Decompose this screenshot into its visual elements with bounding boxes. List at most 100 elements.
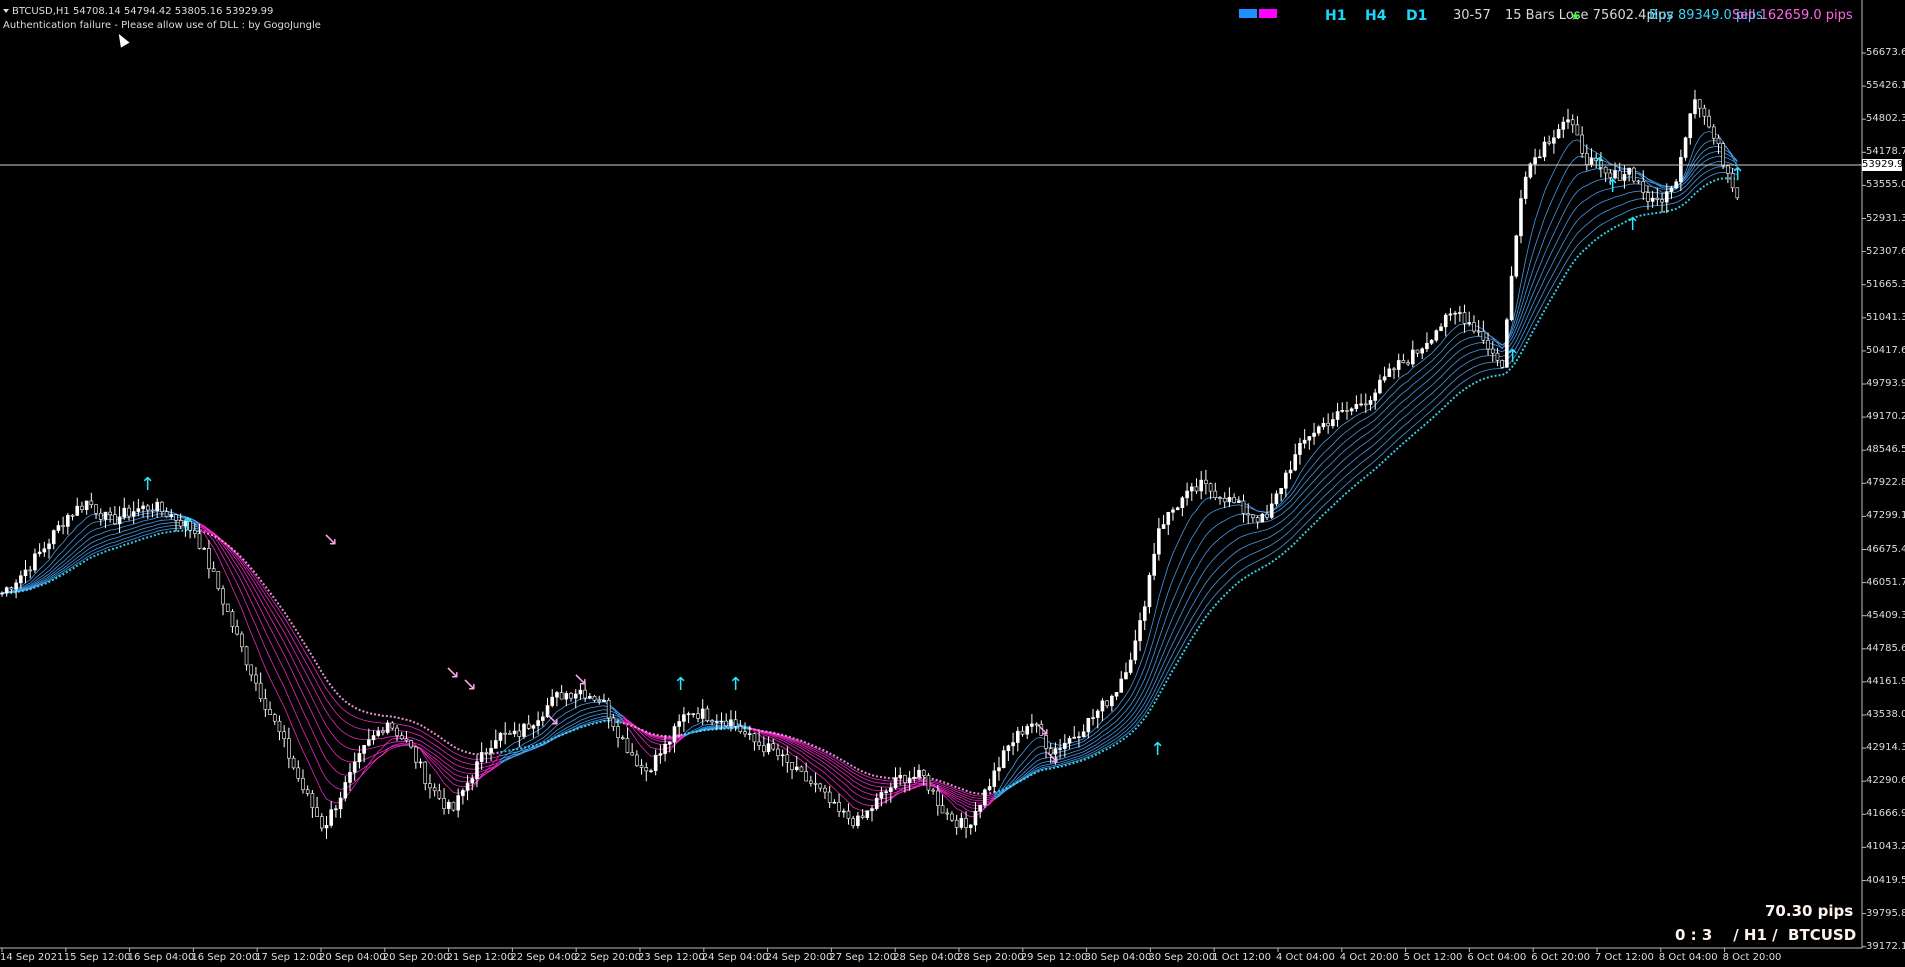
candle-body bbox=[1702, 107, 1707, 117]
candle-body bbox=[1679, 157, 1683, 183]
candle-body bbox=[1453, 312, 1457, 315]
time-axis-label: 28 Sep 20:00 bbox=[957, 952, 1024, 963]
candle-body bbox=[790, 762, 794, 771]
candle-body bbox=[432, 787, 437, 792]
candle-body bbox=[1284, 472, 1288, 489]
candle-body bbox=[1547, 141, 1551, 144]
candle-body bbox=[1693, 99, 1697, 115]
candle-body bbox=[818, 783, 823, 789]
candle-body bbox=[1199, 479, 1203, 492]
time-axis-label: 8 Oct 04:00 bbox=[1658, 952, 1718, 963]
candle-body bbox=[846, 810, 851, 819]
candle-body bbox=[1302, 439, 1307, 444]
candle-body bbox=[1072, 736, 1077, 739]
candle-body bbox=[489, 748, 493, 754]
time-axis-label: 22 Sep 04:00 bbox=[510, 952, 578, 963]
candle-body bbox=[1279, 487, 1283, 495]
price-axis-label: 49793.90 bbox=[1866, 378, 1905, 389]
candle-body bbox=[1636, 180, 1641, 183]
candle-body bbox=[479, 752, 484, 762]
time-axis-label: 29 Sep 12:00 bbox=[1020, 952, 1088, 963]
candle-body bbox=[1514, 235, 1519, 277]
time-axis-label: 16 Sep 20:00 bbox=[191, 952, 259, 963]
candle-body bbox=[418, 761, 423, 764]
candle-body bbox=[136, 508, 141, 512]
candle-body bbox=[1735, 187, 1740, 199]
candle-body bbox=[978, 804, 982, 812]
tf-d1[interactable]: D1 bbox=[1406, 8, 1427, 24]
candle-body bbox=[1542, 141, 1547, 158]
candle-body bbox=[1655, 197, 1660, 200]
candle-body bbox=[649, 770, 653, 773]
candle-body bbox=[1316, 426, 1321, 434]
candle-body bbox=[399, 735, 404, 740]
candle-body bbox=[931, 789, 935, 792]
up-arrow-icon: ↑ bbox=[1150, 739, 1165, 760]
candle-body bbox=[381, 730, 385, 733]
candle-body bbox=[1528, 163, 1533, 178]
down-arrow-icon: ↘ bbox=[323, 529, 338, 550]
candle-body bbox=[409, 740, 413, 748]
candle-body bbox=[1392, 368, 1396, 371]
time-axis-label: 6 Oct 04:00 bbox=[1467, 952, 1527, 963]
candle-body bbox=[475, 761, 479, 779]
candle-body bbox=[465, 782, 470, 791]
candle-body bbox=[1462, 312, 1467, 324]
price-axis-label: 42914.30 bbox=[1866, 742, 1905, 754]
candle-body bbox=[19, 575, 23, 584]
up-arrow-icon: ↑ bbox=[1730, 164, 1745, 185]
candle-body bbox=[1373, 392, 1377, 401]
candle-body bbox=[1363, 403, 1368, 406]
tf-h1[interactable]: H1 bbox=[1325, 8, 1346, 24]
candle-body bbox=[1119, 678, 1124, 693]
time-axis-label: 24 Sep 04:00 bbox=[701, 952, 769, 963]
candle-body bbox=[1472, 322, 1476, 332]
candle-body bbox=[70, 514, 75, 517]
pips-value: 70.30 pips bbox=[1765, 902, 1854, 920]
candle-body bbox=[498, 732, 503, 741]
candle-body bbox=[700, 708, 705, 719]
candle-body bbox=[983, 789, 987, 806]
time-axis-label: 20 Sep 04:00 bbox=[319, 952, 386, 963]
candle-body bbox=[1509, 275, 1514, 321]
candle-body bbox=[1335, 411, 1340, 420]
candle-body bbox=[1552, 137, 1556, 144]
time-axis-label: 30 Sep 04:00 bbox=[1084, 952, 1152, 963]
candle-body bbox=[1368, 400, 1373, 405]
time-axis-label: 22 Sep 20:00 bbox=[574, 952, 641, 963]
candle-body bbox=[225, 603, 230, 612]
candle-body bbox=[315, 807, 319, 817]
candle-body bbox=[240, 633, 244, 648]
legend-bear-swatch bbox=[1259, 9, 1277, 18]
candle-body bbox=[771, 743, 776, 750]
price-axis-label: 52931.30 bbox=[1866, 212, 1905, 224]
ribbon-bull bbox=[1, 131, 1738, 818]
up-arrow-icon: ↑ bbox=[1605, 176, 1620, 197]
candle-body bbox=[616, 726, 620, 738]
candle-body bbox=[230, 611, 235, 627]
candle-body bbox=[160, 501, 164, 512]
candle-body bbox=[1255, 517, 1260, 523]
candle-body bbox=[1110, 695, 1114, 707]
candle-body bbox=[51, 530, 56, 545]
candle-body bbox=[804, 771, 808, 782]
chart-menu-icon[interactable] bbox=[3, 9, 9, 13]
time-axis-label: 6 Oct 20:00 bbox=[1531, 952, 1591, 963]
candle-body bbox=[371, 735, 376, 741]
candle-body bbox=[395, 727, 399, 736]
candle-body bbox=[837, 801, 841, 812]
candle-body bbox=[559, 692, 564, 700]
candle-body bbox=[870, 808, 874, 812]
candle-body bbox=[277, 720, 282, 733]
price-axis-label: 47922.80 bbox=[1866, 477, 1905, 489]
sell-pips-text: Sell 162659.0 pips bbox=[1732, 8, 1853, 23]
signal-arrows: ↑↑↑↑↑↑↑↑↑ ↑↘↘↘↘↘↘↘ bbox=[140, 154, 1745, 768]
candle-body bbox=[766, 743, 771, 753]
range-text: 30-57 bbox=[1453, 8, 1491, 23]
price-chart[interactable]: ↑↑↑↑↑↑↑↑↑ ↑↘↘↘↘↘↘↘ bbox=[0, 0, 1905, 967]
candle-body bbox=[898, 775, 903, 778]
candles bbox=[0, 89, 1740, 840]
candle-body bbox=[1208, 483, 1213, 492]
candle-body bbox=[653, 754, 658, 772]
tf-h4[interactable]: H4 bbox=[1365, 8, 1386, 24]
